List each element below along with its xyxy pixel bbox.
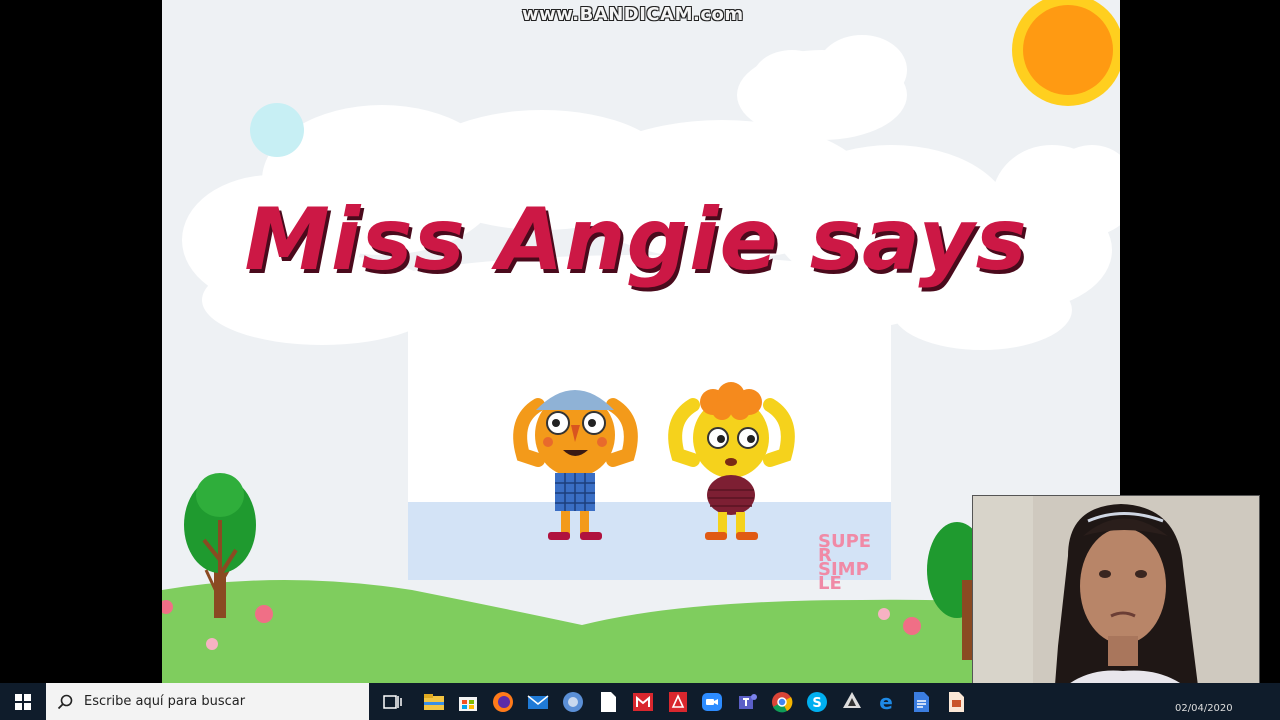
file-explorer-icon[interactable] bbox=[422, 690, 446, 714]
character-orange bbox=[513, 390, 638, 540]
tray-date: 02/04/2020 bbox=[1175, 703, 1233, 714]
embedded-video[interactable]: SUPER SIMPLE bbox=[408, 310, 891, 593]
left-letterbox bbox=[0, 0, 162, 683]
person-silhouette bbox=[973, 496, 1259, 711]
search-placeholder: Escribe aquí para buscar bbox=[84, 694, 246, 709]
document-icon[interactable] bbox=[596, 690, 620, 714]
bandicam-watermark: www.BANDICAM.com bbox=[522, 4, 744, 25]
edge-icon[interactable]: e bbox=[874, 690, 898, 714]
skype-icon[interactable]: S bbox=[805, 690, 829, 714]
webcam-overlay bbox=[972, 495, 1260, 712]
mega-icon[interactable] bbox=[631, 690, 655, 714]
zoom-icon[interactable] bbox=[700, 690, 724, 714]
windows-taskbar: Escribe aquí para buscar S e bbox=[0, 683, 1280, 720]
settings-globe-icon[interactable] bbox=[561, 690, 585, 714]
start-button[interactable] bbox=[0, 683, 46, 720]
teams-icon[interactable] bbox=[735, 690, 759, 714]
search-icon bbox=[46, 694, 84, 710]
slide-title: Miss Angie says bbox=[244, 190, 1028, 290]
character-yellow bbox=[668, 382, 795, 540]
task-view-icon[interactable] bbox=[380, 690, 404, 714]
taskbar-search-box[interactable]: Escribe aquí para buscar bbox=[46, 683, 369, 720]
powerpoint-icon[interactable] bbox=[944, 690, 968, 714]
inkscape-icon[interactable] bbox=[840, 690, 864, 714]
chrome-icon[interactable] bbox=[770, 690, 794, 714]
svg-text:e: e bbox=[879, 690, 893, 714]
svg-text:S: S bbox=[812, 696, 821, 711]
firefox-icon[interactable] bbox=[491, 690, 515, 714]
super-simple-logo: SUPER SIMPLE bbox=[818, 531, 872, 594]
acrobat-icon[interactable] bbox=[666, 690, 690, 714]
word-docs-icon[interactable] bbox=[909, 690, 933, 714]
store-icon[interactable] bbox=[456, 690, 480, 714]
windows-logo-icon bbox=[15, 693, 31, 710]
mail-icon[interactable] bbox=[526, 690, 550, 714]
